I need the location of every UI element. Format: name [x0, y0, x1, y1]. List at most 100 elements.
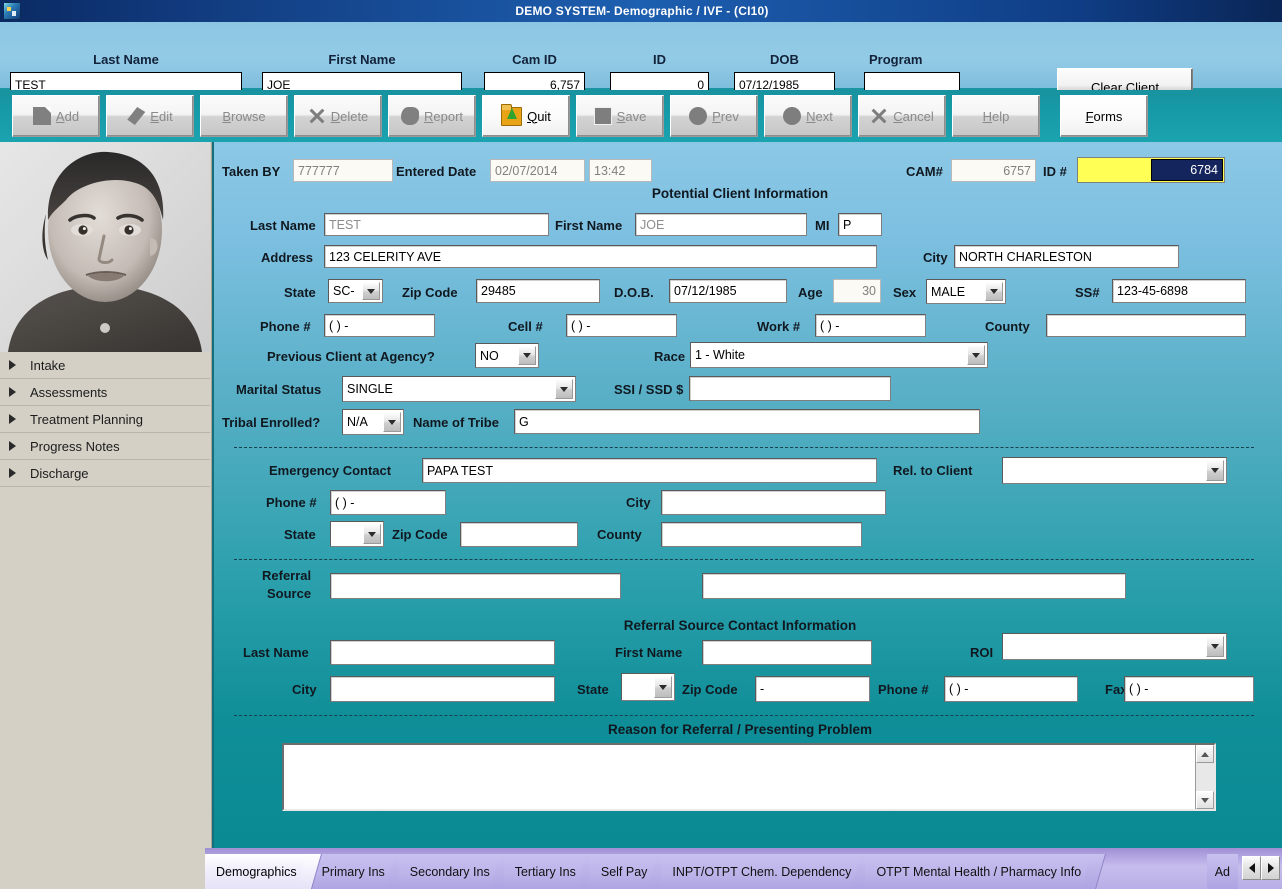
entered-date-input: 02/07/2014: [490, 159, 585, 182]
work-label: Work #: [757, 319, 801, 334]
ssi-ssd-input[interactable]: [689, 376, 891, 401]
tab-demographics[interactable]: Demographics: [205, 854, 311, 889]
id-number-field[interactable]: 6784: [1077, 157, 1225, 183]
emergency-county-input[interactable]: [661, 522, 862, 547]
sidebar-item-progress-notes[interactable]: Progress Notes: [0, 433, 210, 460]
sidebar-item-treatment-planning[interactable]: Treatment Planning: [0, 406, 210, 433]
sidebar-item-intake[interactable]: Intake: [0, 352, 210, 379]
referral-phone-input[interactable]: ( ) -: [944, 676, 1078, 702]
tab-inpt-otpt-chem-dependency[interactable]: INPT/OTPT Chem. Dependency: [661, 854, 866, 889]
scroll-left-icon[interactable]: [1242, 856, 1261, 880]
address-input[interactable]: 123 CELERITY AVE: [324, 245, 877, 268]
cancel-button[interactable]: Cancel: [858, 95, 946, 137]
sex-select[interactable]: MALE: [926, 279, 1006, 304]
chevron-down-icon[interactable]: [967, 345, 985, 365]
tab-secondary-ins[interactable]: Secondary Ins: [398, 854, 504, 889]
tribal-enrolled-select[interactable]: N/A: [342, 409, 404, 435]
middle-initial-label: MI: [815, 218, 830, 233]
entered-date-label: Entered Date: [396, 164, 477, 179]
referral-source-input-2[interactable]: [702, 573, 1126, 599]
chevron-down-icon[interactable]: [654, 676, 672, 698]
tab-primary-ins[interactable]: Primary Ins: [310, 854, 399, 889]
reason-for-referral-textarea[interactable]: [282, 743, 1216, 811]
tab-label: Secondary Ins: [409, 864, 490, 879]
referral-fax-input[interactable]: ( ) -: [1124, 676, 1254, 702]
cell-input[interactable]: ( ) -: [566, 314, 677, 337]
city-label: City: [923, 250, 948, 265]
tribe-name-input[interactable]: G: [514, 409, 980, 434]
emergency-contact-input[interactable]: PAPA TEST: [422, 458, 877, 483]
edit-button[interactable]: Edit: [106, 95, 194, 137]
last-name-input[interactable]: TEST: [324, 213, 549, 236]
sidebar-item-discharge[interactable]: Discharge: [0, 460, 210, 487]
quit-button[interactable]: Quit: [482, 95, 570, 137]
state-label: State: [284, 285, 316, 300]
chevron-down-icon[interactable]: [1206, 460, 1224, 481]
work-input[interactable]: ( ) -: [815, 314, 926, 337]
referral-city-input[interactable]: [330, 676, 555, 702]
chevron-down-icon[interactable]: [985, 282, 1003, 301]
help-button[interactable]: Help: [952, 95, 1040, 137]
scroll-right-icon[interactable]: [1261, 856, 1280, 880]
delete-button[interactable]: Delete: [294, 95, 382, 137]
rel-to-client-select[interactable]: [1002, 457, 1227, 484]
save-button[interactable]: Save: [576, 95, 664, 137]
referral-roi-select[interactable]: [1002, 633, 1227, 660]
emergency-state-select[interactable]: [330, 521, 384, 547]
pencil-icon: [127, 107, 146, 125]
referral-source-input-1[interactable]: [330, 573, 621, 599]
tab-label: INPT/OTPT Chem. Dependency: [672, 864, 852, 879]
zip-code-input[interactable]: 29485: [476, 279, 600, 303]
county-input[interactable]: [1046, 314, 1246, 337]
report-button[interactable]: Report: [388, 95, 476, 137]
forms-button[interactable]: Forms: [1060, 95, 1148, 137]
phone-input[interactable]: ( ) -: [324, 314, 435, 337]
tab-tertiary-ins[interactable]: Tertiary Ins: [503, 854, 590, 889]
chevron-down-icon[interactable]: [363, 524, 381, 544]
race-select[interactable]: 1 - White: [690, 342, 988, 368]
state-select[interactable]: SC-: [328, 279, 383, 303]
sidebar-item-label: Assessments: [30, 384, 108, 400]
tab-partial-next[interactable]: Ad: [1206, 854, 1238, 889]
taken-by-input[interactable]: 777777: [293, 159, 393, 182]
tab-otpt-mental-health-pharmacy[interactable]: OTPT Mental Health / Pharmacy Info: [865, 854, 1096, 889]
referral-last-name-input[interactable]: [330, 640, 555, 665]
emergency-phone-input[interactable]: ( ) -: [330, 490, 446, 515]
tribe-name-label: Name of Tribe: [413, 415, 499, 430]
sidebar-item-assessments[interactable]: Assessments: [0, 379, 210, 406]
referral-state-select[interactable]: [621, 673, 675, 701]
middle-initial-input[interactable]: P: [838, 213, 882, 236]
emergency-zip-input[interactable]: [460, 522, 578, 547]
emergency-city-input[interactable]: [661, 490, 886, 515]
chevron-down-icon[interactable]: [555, 379, 573, 399]
chevron-down-icon[interactable]: [1206, 636, 1224, 657]
referral-zip-input[interactable]: -: [755, 676, 870, 702]
chevron-down-icon[interactable]: [362, 282, 380, 300]
scroll-up-icon[interactable]: [1196, 745, 1214, 763]
browse-button[interactable]: Browse: [200, 95, 288, 137]
previous-client-select[interactable]: NO: [475, 343, 539, 368]
add-button[interactable]: Add: [12, 95, 100, 137]
chevron-down-icon[interactable]: [383, 412, 401, 432]
marital-status-select-value: SINGLE: [347, 382, 393, 396]
referral-first-name-input[interactable]: [702, 640, 872, 665]
report-icon: [400, 107, 419, 125]
first-name-input[interactable]: JOE: [635, 213, 807, 236]
cam-number-input: 6757: [951, 159, 1036, 182]
dob-input[interactable]: 07/12/1985: [669, 279, 787, 303]
scroll-down-icon[interactable]: [1196, 791, 1214, 809]
prev-button[interactable]: Prev: [670, 95, 758, 137]
city-input[interactable]: NORTH CHARLESTON: [954, 245, 1179, 268]
chevron-right-icon: [9, 360, 16, 370]
tab-self-pay[interactable]: Self Pay: [589, 854, 662, 889]
tribal-enrolled-select-value: N/A: [347, 415, 368, 429]
marital-status-select[interactable]: SINGLE: [342, 376, 576, 402]
chevron-down-icon[interactable]: [518, 346, 536, 365]
ssn-input[interactable]: 123-45-6898: [1112, 279, 1246, 303]
referral-source-label-line2: Source: [267, 586, 312, 601]
left-sidebar: Intake Assessments Treatment Planning Pr…: [0, 142, 212, 889]
next-button[interactable]: Next: [764, 95, 852, 137]
textarea-scrollbar[interactable]: [1195, 745, 1214, 809]
client-dob-label: DOB: [770, 52, 799, 67]
main-toolbar: Add Edit Browse Delete Report Quit Save …: [0, 90, 1282, 142]
